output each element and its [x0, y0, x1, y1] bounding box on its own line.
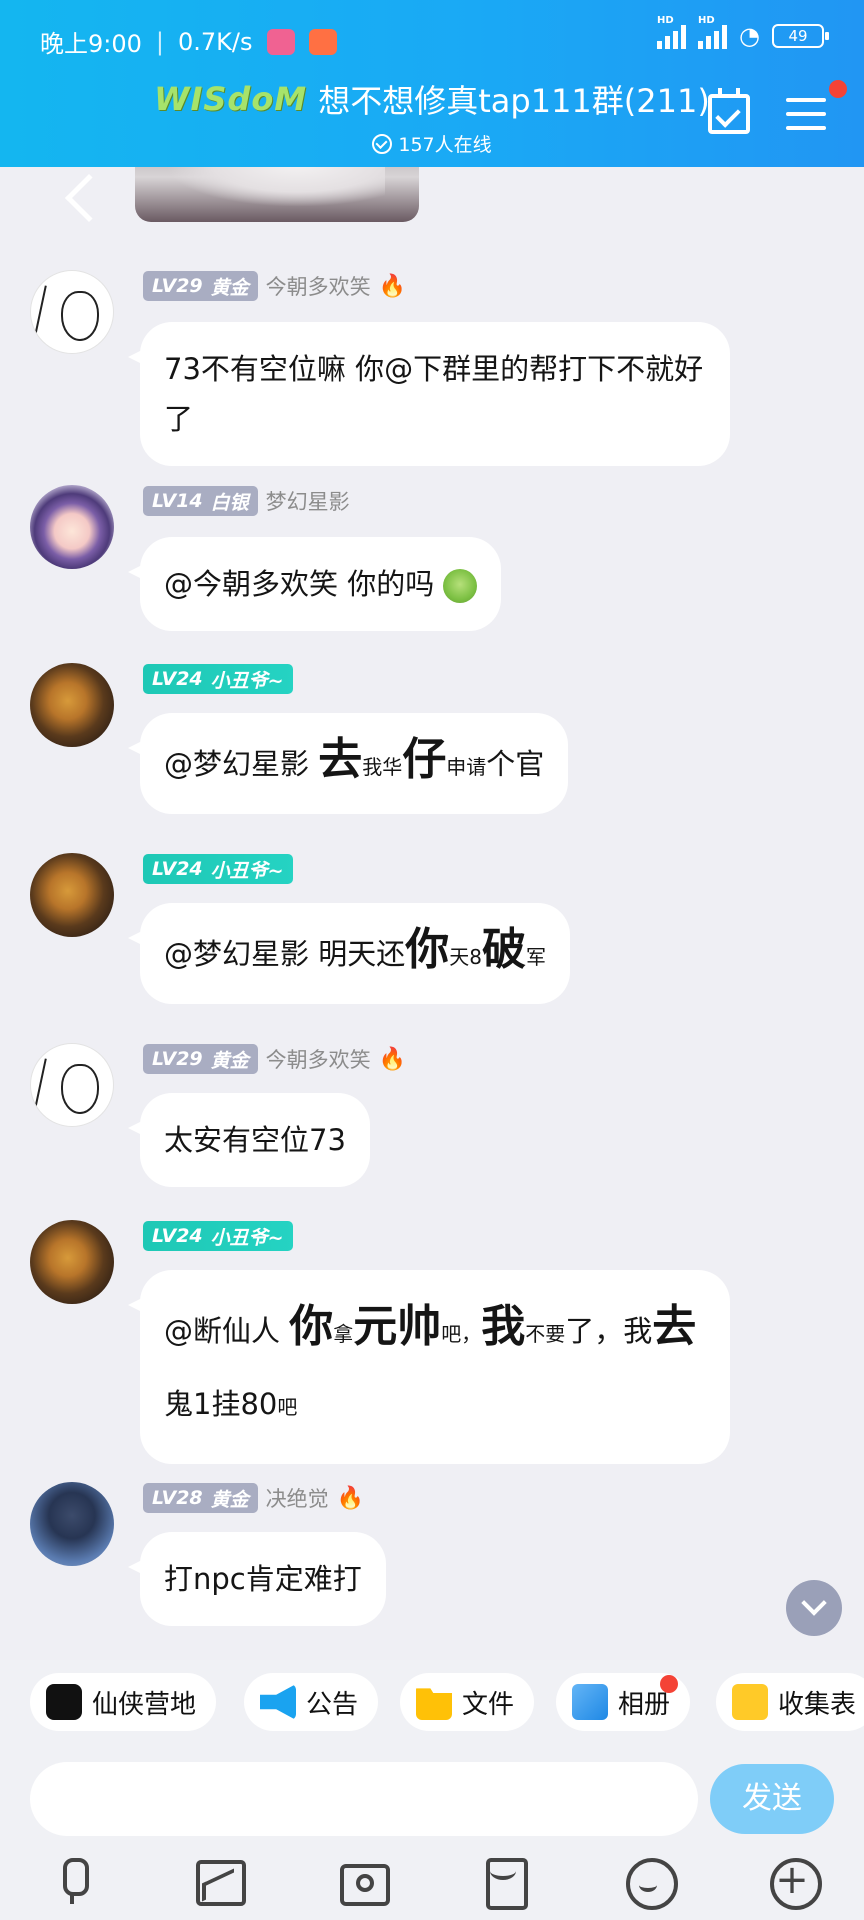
camera-icon[interactable]: [336, 1856, 390, 1906]
signal-icon: HD: [698, 15, 728, 49]
wifi-icon: ◔: [739, 22, 760, 50]
collect-icon: [732, 1684, 768, 1720]
sketch-avatar[interactable]: [30, 270, 114, 354]
shortcut-notice[interactable]: 公告: [244, 1673, 379, 1731]
album-icon: [572, 1684, 608, 1720]
level-badge: LV29 黄金: [143, 271, 258, 301]
fire-icon: 🔥: [336, 1485, 365, 1511]
chat-header: 晚上9:00 | 0.7K/s HD HD ◔ 49 WISdoM 想不想修真t…: [0, 0, 864, 223]
sender-name[interactable]: 决绝觉: [266, 1483, 329, 1513]
level-badge: LV24 小丑爷~: [143, 664, 293, 694]
level-badge: LV29 黄金: [143, 1044, 258, 1074]
boy-avatar[interactable]: [30, 1482, 114, 1566]
photo-icon[interactable]: [192, 1856, 246, 1906]
level-badge: LV14 白银: [143, 486, 258, 516]
shortcut-camp[interactable]: 仙侠营地: [30, 1673, 217, 1731]
message-bubble[interactable]: 73不有空位嘛 你@下群里的帮打下不就好了: [128, 322, 730, 466]
message-input[interactable]: [30, 1762, 698, 1836]
level-badge: LV24 小丑爷~: [143, 1221, 293, 1251]
signal-icon: HD: [657, 15, 687, 49]
message-bubble[interactable]: @梦幻星影 明天还你天8破军: [128, 903, 570, 1004]
folder-icon: [416, 1688, 452, 1720]
message-bubble[interactable]: @梦幻星影 去我华仔申请个官: [127, 713, 569, 814]
anime-avatar[interactable]: [30, 485, 114, 569]
message-list[interactable]: LV29 黄金 今朝多欢笑 🔥 73不有空位嘛 你@下群里的帮打下不就好了 LV1…: [0, 167, 864, 1660]
battery-icon: 49: [772, 24, 829, 48]
online-status: 157人在线: [0, 130, 864, 157]
fire-icon: 🔥: [378, 1046, 407, 1072]
fire-icon: 🔥: [378, 273, 407, 299]
camp-icon: [46, 1684, 82, 1720]
image-message[interactable]: [135, 167, 419, 222]
bilibili-notify-icon: [266, 28, 295, 55]
shortcut-album[interactable]: 相册: [556, 1673, 691, 1731]
sketch-avatar[interactable]: [30, 1043, 114, 1127]
message-bubble[interactable]: @断仙人 你拿元帅吧，我不要了，我去鬼1挂80吧: [128, 1270, 730, 1464]
group-shortcuts-bar[interactable]: 仙侠营地 公告 文件 相册 收集表: [0, 1660, 864, 1760]
calendar-check-icon[interactable]: [708, 88, 750, 134]
online-check-icon: [372, 133, 393, 154]
app-notify-icon: [308, 28, 337, 55]
cat-avatar[interactable]: [30, 853, 114, 937]
online-count: 157人在线: [398, 134, 492, 156]
scroll-down-button[interactable]: [786, 1580, 842, 1636]
shortcut-collect[interactable]: 收集表: [716, 1673, 864, 1731]
message-bubble[interactable]: @今朝多欢笑 你的吗: [127, 537, 502, 631]
group-title: 想不想修真tap111群(211): [318, 82, 710, 120]
mic-icon[interactable]: [47, 1856, 97, 1906]
sender-name[interactable]: 今朝多欢笑: [266, 271, 371, 301]
message-bubble[interactable]: 打npc肯定难打: [128, 1532, 386, 1626]
notification-dot: [660, 1675, 679, 1693]
dino-emoji-icon: [443, 569, 478, 603]
level-badge: LV24 小丑爷~: [143, 854, 293, 884]
send-button[interactable]: 发送: [710, 1764, 834, 1834]
menu-icon[interactable]: [786, 98, 826, 130]
message-bubble[interactable]: 太安有空位73: [128, 1093, 370, 1187]
plus-icon[interactable]: [767, 1856, 822, 1910]
cat-avatar[interactable]: [30, 1220, 114, 1304]
emoji-icon[interactable]: [623, 1856, 678, 1910]
group-logo: WISdoM: [154, 80, 308, 118]
shortcut-files[interactable]: 文件: [400, 1673, 535, 1731]
network-speed: 0.7K/s: [178, 27, 253, 56]
sender-name[interactable]: 梦幻星影: [266, 486, 350, 516]
level-badge: LV28 黄金: [143, 1483, 258, 1513]
composer-toolbar: [0, 1856, 864, 1920]
megaphone-icon: [260, 1684, 296, 1720]
cat-avatar[interactable]: [30, 663, 114, 747]
status-time: 晚上9:00: [40, 30, 142, 58]
red-packet-icon[interactable]: [478, 1856, 528, 1910]
sender-name[interactable]: 今朝多欢笑: [266, 1044, 371, 1074]
status-bar: 晚上9:00 | 0.7K/s HD HD ◔ 49: [40, 15, 829, 58]
notification-dot: [829, 80, 847, 98]
